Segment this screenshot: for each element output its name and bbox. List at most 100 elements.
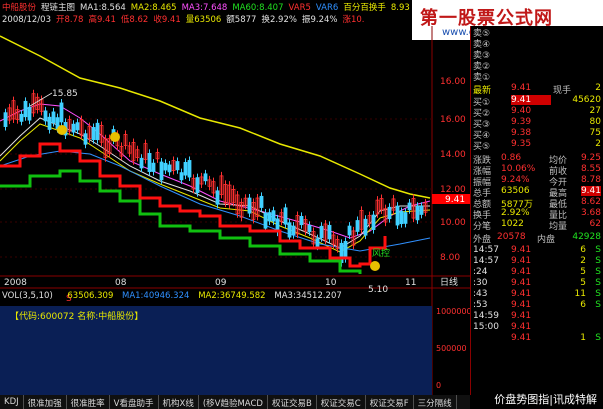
indicator-tab[interactable]: 权证交易B <box>268 395 317 409</box>
indicator-tab[interactable]: 很准加强 <box>24 395 67 409</box>
tick-side: S <box>595 300 601 310</box>
tick-row: :43 9.41 11 S <box>471 289 603 300</box>
candle-body <box>91 127 96 140</box>
candle-body <box>151 162 156 172</box>
date-axis-label: 10 <box>325 278 337 288</box>
stat-value: 9.24% <box>501 175 530 185</box>
tick-time: :30 <box>473 278 488 288</box>
candle-body <box>163 162 168 171</box>
candle-body <box>327 224 332 240</box>
bid-row: 买② 9.40 27 <box>471 106 603 119</box>
indicator-tab[interactable]: 三分隔线 <box>414 395 457 409</box>
bid-price: 9.39 <box>511 117 532 127</box>
candle-body <box>315 238 320 247</box>
candle-body <box>267 212 272 222</box>
tick-time: 15:00 <box>473 322 499 332</box>
tick-volume: 5 <box>580 267 586 277</box>
tick-side: S <box>595 267 601 277</box>
header-item: MA3:7.648 <box>181 3 228 13</box>
header-item: MA60:8.407 <box>232 3 284 13</box>
indicator-tab[interactable]: V看盘助手 <box>110 395 159 409</box>
tick-volume: 6 <box>580 245 586 255</box>
volume-header-item: MA1:40946.324 <box>122 291 189 301</box>
stat-value: 9.41 <box>580 186 601 196</box>
volume-axis-label: 500000 <box>436 344 467 353</box>
candle-body <box>299 215 304 226</box>
ask-row: 卖③ <box>471 48 603 61</box>
candle-body <box>139 157 144 169</box>
indicator-tab[interactable]: 机构X线 <box>159 395 199 409</box>
tick-volume: 1 <box>580 333 586 343</box>
ask-row: 卖② <box>471 59 603 72</box>
header-item: 8.93 <box>390 3 410 13</box>
header-item: 百分百换手 <box>343 3 386 13</box>
candle-body <box>59 102 64 123</box>
tick-row: :30 9.41 5 S <box>471 278 603 289</box>
header-item: 2008/12/03 <box>2 15 51 25</box>
smiley-icon <box>370 261 380 271</box>
header-item: MA2:8.465 <box>130 3 177 13</box>
bid-volume: 45620 <box>572 95 601 105</box>
risk-control-label: 风控 <box>372 247 390 259</box>
candle-body <box>23 100 28 118</box>
candle-body <box>167 164 172 173</box>
price-axis-label: 16.00 <box>440 115 466 125</box>
candle-body <box>183 162 188 176</box>
indicator-tab[interactable]: KDJ <box>0 395 24 409</box>
bid-row: 买① 9.41 45620 <box>471 95 603 108</box>
tick-price: 9.41 <box>511 289 532 299</box>
smiley-icon <box>110 132 120 142</box>
stat-label: 均量 <box>549 222 568 232</box>
candle-body <box>3 112 8 127</box>
stat-value: 8.55 <box>580 164 601 174</box>
tick-volume: 2 <box>580 256 586 266</box>
tick-volume: 11 <box>574 289 586 299</box>
latest-price: 9.41 <box>511 83 532 93</box>
header-item: 高9.41 <box>88 15 116 25</box>
quote-panel: 卖⑤ 卖④ 卖③ 卖② 卖① 最新 9.41 现手 2 买① 9.41 45620 买② 9.40 27 买③… <box>470 26 603 395</box>
date-axis-label: 09 <box>215 278 227 288</box>
candle-body <box>407 202 412 211</box>
candle-body <box>343 241 348 260</box>
price-axis-label: 10.00 <box>440 218 466 228</box>
bid-volume: 27 <box>589 106 601 116</box>
volume-header-item: 63506.309 <box>67 291 113 301</box>
indicator-tab[interactable]: 很准胜率 <box>67 395 110 409</box>
outer-label: 外盘 <box>473 235 492 245</box>
price-axis-label: 12.00 <box>440 185 466 195</box>
candlesticks <box>3 89 428 267</box>
tick-row: 9.41 1 S <box>471 333 603 344</box>
stat-row: 总额 5877万 最低 8.62 <box>471 197 603 210</box>
candle-body <box>27 106 32 121</box>
candle-body <box>399 211 404 225</box>
candle-body <box>75 122 80 131</box>
indicator-tab[interactable]: 权证交易F <box>366 395 414 409</box>
candle-body <box>395 205 400 226</box>
ask-row: 卖① <box>471 70 603 83</box>
tick-side: S <box>595 245 601 255</box>
indicator-tab[interactable]: 权证交易C <box>317 395 366 409</box>
bid-row: 买④ 9.38 75 <box>471 128 603 141</box>
header-item: 开8.78 <box>56 15 84 25</box>
stat-value: 62 <box>589 219 601 229</box>
indicator-tab[interactable]: (移V趋验MACD <box>199 395 268 409</box>
watermark-text: 价盘势图指|讯成特解 <box>494 393 597 406</box>
tick-side: S <box>595 256 601 266</box>
stat-value: 0.86 <box>501 153 522 163</box>
tick-price: 9.41 <box>511 311 532 321</box>
tick-volume: 6 <box>580 300 586 310</box>
candle-body <box>415 205 420 221</box>
candle-body <box>419 205 424 215</box>
outer-inner-row: 外盘 20578 内盘 42928 <box>471 232 603 245</box>
tick-side: S <box>595 333 601 343</box>
chart-header: 中船股份 程链主图 MA1:8.564 MA2:8.465 MA3:7.648 MA60:… <box>0 0 470 26</box>
candle-body <box>371 214 376 230</box>
tick-price: 9.41 <box>511 278 532 288</box>
header-item: VAR6 <box>315 3 339 13</box>
current-hand: 2 <box>595 83 601 93</box>
price-axis-label: 16.00 <box>440 77 466 87</box>
header-item: 收9.41 <box>153 15 181 25</box>
tick-side: S <box>595 289 601 299</box>
candle-body <box>355 220 360 232</box>
kline-chart[interactable]: 16.00 14.00 12.00 10.00 8.00 16.00 9.41 15.85 5.… <box>0 26 470 395</box>
